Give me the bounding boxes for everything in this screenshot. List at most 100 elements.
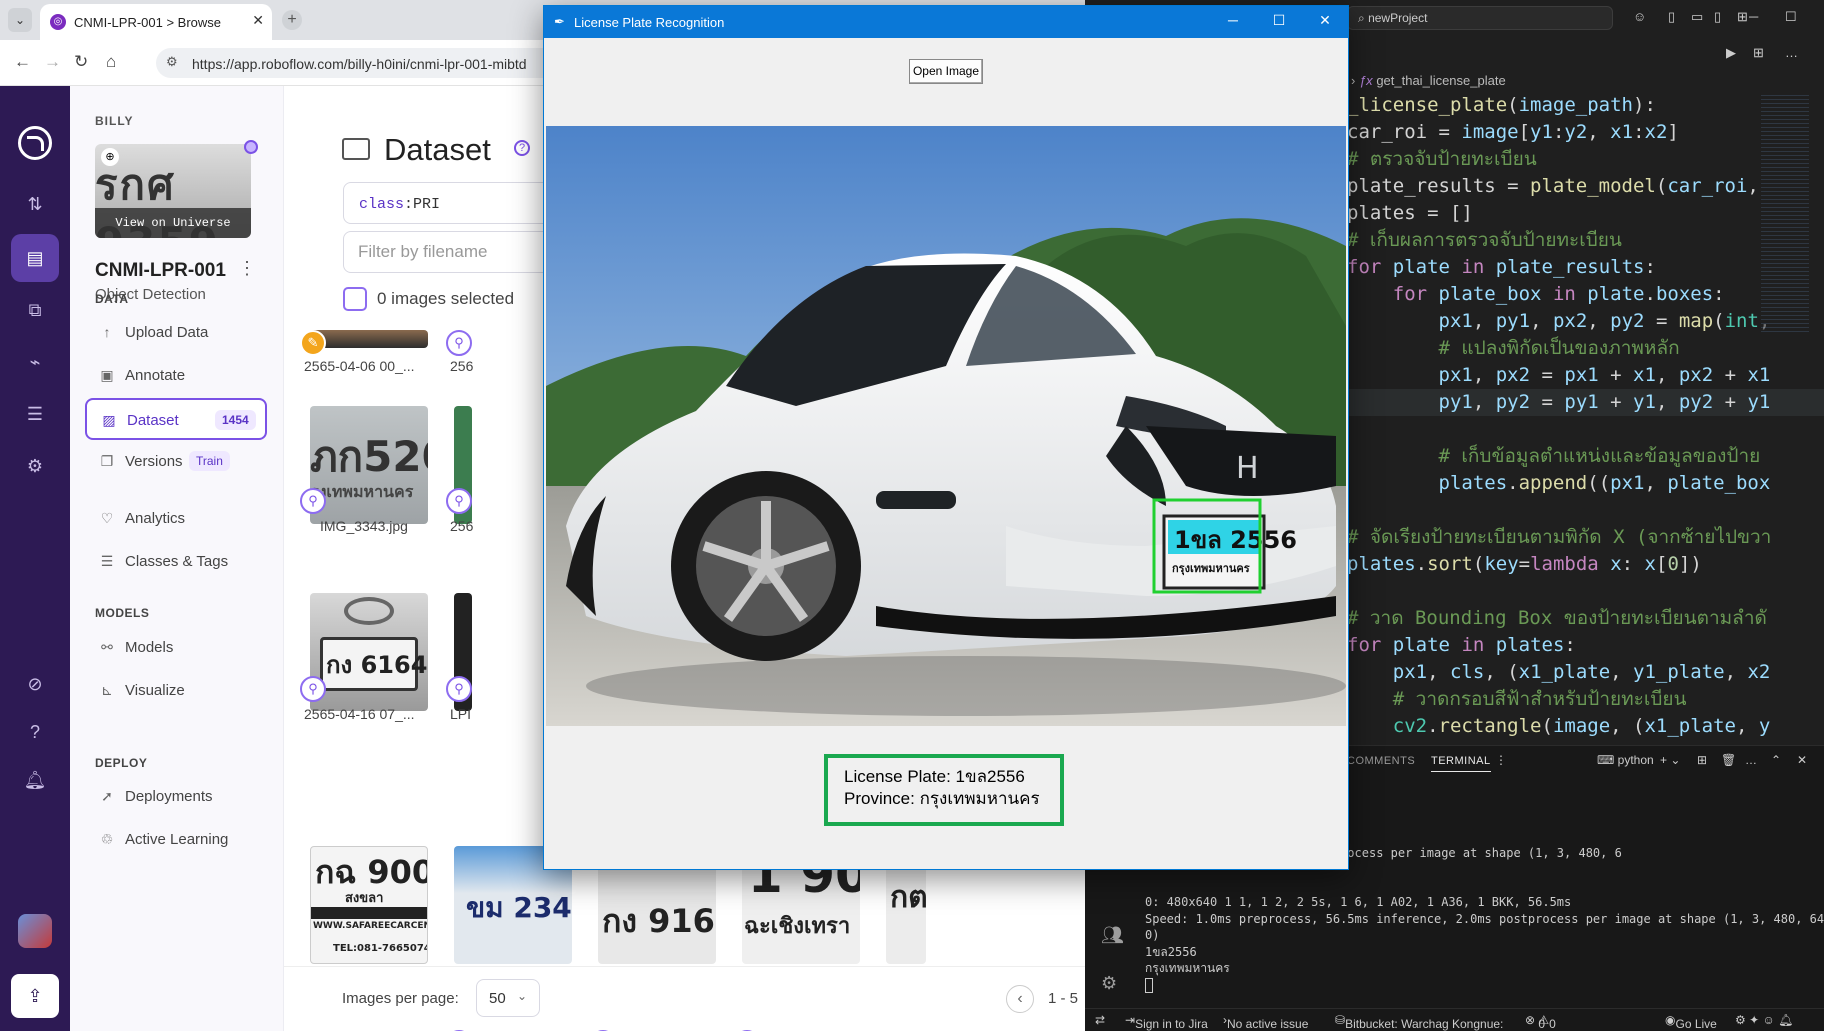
- maximize-panel-icon[interactable]: ⌃: [1771, 753, 1781, 767]
- forward-icon[interactable]: →: [44, 52, 61, 72]
- workflows-icon[interactable]: ⧉: [11, 286, 59, 334]
- kill-terminal-icon[interactable]: 🗑︎: [1721, 753, 1736, 767]
- notifications-icon[interactable]: 🔔︎: [11, 756, 59, 804]
- province-label: Province:: [844, 789, 920, 808]
- deployments-rail-icon[interactable]: ☰: [11, 390, 59, 438]
- status-dot: [244, 140, 258, 154]
- remote-icon[interactable]: ⇄: [1095, 1013, 1105, 1027]
- more-actions-icon[interactable]: …: [1785, 45, 1798, 60]
- versions-icon: ❐: [100, 453, 114, 469]
- annotator-icon: ⚲: [446, 488, 472, 514]
- annotator-icon: ⚲: [446, 330, 472, 356]
- sidebar-item-label: Annotate: [125, 367, 186, 384]
- filter-filename-input[interactable]: Filter by filename: [343, 231, 563, 273]
- more-icon[interactable]: ⋮: [1495, 753, 1507, 767]
- maximize-window-icon[interactable]: ☐: [1256, 12, 1302, 29]
- monitoring-icon[interactable]: ⌁: [11, 338, 59, 386]
- copilot-icon[interactable]: ☺: [1633, 9, 1646, 24]
- image-thumbnail[interactable]: กง 6164: [310, 593, 428, 711]
- tab-terminal[interactable]: TERMINAL: [1431, 755, 1491, 772]
- site-info-icon[interactable]: ⚙: [166, 54, 178, 70]
- new-terminal-icon[interactable]: + ⌄: [1660, 753, 1680, 767]
- breadcrumb[interactable]: › ƒx get_thai_license_plate: [1351, 73, 1506, 88]
- maximize-icon[interactable]: ☐: [1785, 9, 1797, 25]
- home-icon[interactable]: ⌂: [106, 52, 116, 72]
- reload-icon[interactable]: ↻: [74, 52, 88, 72]
- status-issue[interactable]: › No active issue: [1223, 1013, 1308, 1031]
- panel-more-icon[interactable]: …: [1745, 753, 1757, 767]
- close-window-icon[interactable]: ✕: [1302, 12, 1348, 29]
- accounts-icon[interactable]: 👥︎: [1101, 925, 1124, 946]
- help-icon[interactable]: ?: [11, 708, 59, 756]
- prev-page-button[interactable]: ‹: [1006, 985, 1034, 1013]
- tab-comments[interactable]: COMMENTS: [1347, 755, 1415, 767]
- open-image-button[interactable]: Open Image: [909, 59, 983, 84]
- status-golive[interactable]: ◉ Go Live: [1665, 1013, 1717, 1031]
- back-icon[interactable]: ←: [14, 52, 31, 72]
- more-options-icon[interactable]: ⋮: [238, 258, 256, 279]
- sidebar-item-dataset[interactable]: ▨ Dataset 1454: [85, 398, 267, 440]
- command-center-search[interactable]: ⌕ newProject: [1347, 6, 1613, 30]
- sidebar-item-analytics[interactable]: ♡ Analytics: [85, 498, 267, 540]
- select-all-checkbox[interactable]: [343, 287, 367, 311]
- per-page-select[interactable]: 50 ⌄: [476, 979, 540, 1017]
- manage-gear-icon[interactable]: ⚙: [1101, 973, 1117, 994]
- upload-icon[interactable]: ⇪: [11, 974, 59, 1018]
- tab-search-icon[interactable]: ⌄: [8, 8, 32, 32]
- roboflow-logo-icon[interactable]: [18, 126, 52, 160]
- train-badge[interactable]: Train: [189, 451, 230, 471]
- layout-panel-icon[interactable]: ▭: [1691, 9, 1703, 25]
- help-circle-icon[interactable]: ?: [514, 140, 530, 156]
- status-icons[interactable]: ⚙ ✦ ☺ 🔔︎: [1735, 1013, 1793, 1027]
- browser-tab[interactable]: ◎ CNMI-LPR-001 > Browse ✕: [40, 4, 272, 40]
- minimize-window-icon[interactable]: ─: [1210, 12, 1256, 28]
- project-thumbnail[interactable]: รกศ 9359 ⊕ View on Universe: [95, 144, 251, 238]
- status-bitbucket[interactable]: ⛁ Bitbucket: Warchag Kongnue:: [1335, 1013, 1503, 1031]
- sidebar-item-classes[interactable]: ☰ Classes & Tags: [85, 541, 267, 583]
- settings-icon[interactable]: ⚙: [11, 442, 59, 490]
- image-caption: 256: [450, 358, 474, 374]
- image-thumbnail[interactable]: ภก520 รุงเทพมหานคร: [310, 406, 428, 524]
- split-terminal-icon[interactable]: ⊞: [1697, 753, 1707, 767]
- sidebar-item-label: Deployments: [125, 788, 213, 805]
- new-tab-icon[interactable]: +: [282, 10, 302, 30]
- sidebar-item-deployments[interactable]: ➚ Deployments: [85, 776, 267, 818]
- section-models: MODELS: [95, 606, 150, 620]
- sidebar-item-versions[interactable]: ❐ Versions Train: [85, 441, 267, 483]
- page-title: Dataset: [384, 132, 491, 167]
- layout-secondary-icon[interactable]: ▯: [1714, 9, 1721, 25]
- minimap[interactable]: [1761, 92, 1809, 332]
- minimize-icon[interactable]: ─: [1749, 9, 1758, 24]
- sidebar-item-visualize[interactable]: ⊾ Visualize: [85, 670, 267, 712]
- customize-layout-icon[interactable]: ⊞: [1737, 9, 1748, 25]
- universe-icon[interactable]: ⊘: [11, 660, 59, 708]
- roboflow-favicon-icon: ◎: [50, 14, 66, 30]
- sidebar-item-label: Models: [125, 639, 174, 656]
- layout-sidebar-icon[interactable]: ▯: [1668, 9, 1675, 25]
- close-panel-icon[interactable]: ✕: [1797, 753, 1807, 767]
- transfer-icon[interactable]: ⇅: [11, 180, 59, 228]
- sidebar-item-models[interactable]: ⚯ Models: [85, 627, 267, 669]
- close-tab-icon[interactable]: ✕: [252, 12, 264, 29]
- split-editor-icon[interactable]: ⊞: [1753, 45, 1764, 61]
- url-text: https://app.roboflow.com/billy-h0ini/cnm…: [192, 56, 527, 72]
- sidebar-item-label: Versions: [125, 453, 183, 470]
- annotate-icon: ▣: [100, 367, 114, 383]
- projects-icon[interactable]: ▤: [11, 234, 59, 282]
- image-thumbnail[interactable]: กฉ 9000 สงขลา WWW.SAFAREECARCENTER.CO TE…: [310, 846, 428, 964]
- classes-icon: ☰: [100, 553, 114, 569]
- sidebar-item-upload[interactable]: ↑ Upload Data: [85, 312, 267, 354]
- sidebar-item-annotate[interactable]: ▣ Annotate: [85, 355, 267, 397]
- sidebar-item-active-learning[interactable]: ♲ Active Learning: [85, 819, 267, 861]
- search-input[interactable]: class:PRI: [343, 182, 563, 224]
- view-on-universe-button[interactable]: View on Universe: [95, 208, 251, 238]
- terminal-shell[interactable]: ⌨ python: [1597, 753, 1654, 767]
- image-caption: 2565-04-06 00_...: [304, 358, 415, 374]
- status-problems[interactable]: ⊗ 0 ⚠ 0: [1525, 1013, 1556, 1031]
- upload-arrow-icon: ↑: [103, 324, 111, 340]
- run-icon[interactable]: ▶: [1726, 45, 1736, 61]
- image-thumbnail[interactable]: [310, 330, 428, 348]
- avatar[interactable]: [18, 914, 52, 948]
- code-editor[interactable]: _license_plate(image_path): car_roi = ima…: [1347, 92, 1824, 742]
- status-jira[interactable]: ⇥ Sign in to Jira: [1125, 1013, 1208, 1031]
